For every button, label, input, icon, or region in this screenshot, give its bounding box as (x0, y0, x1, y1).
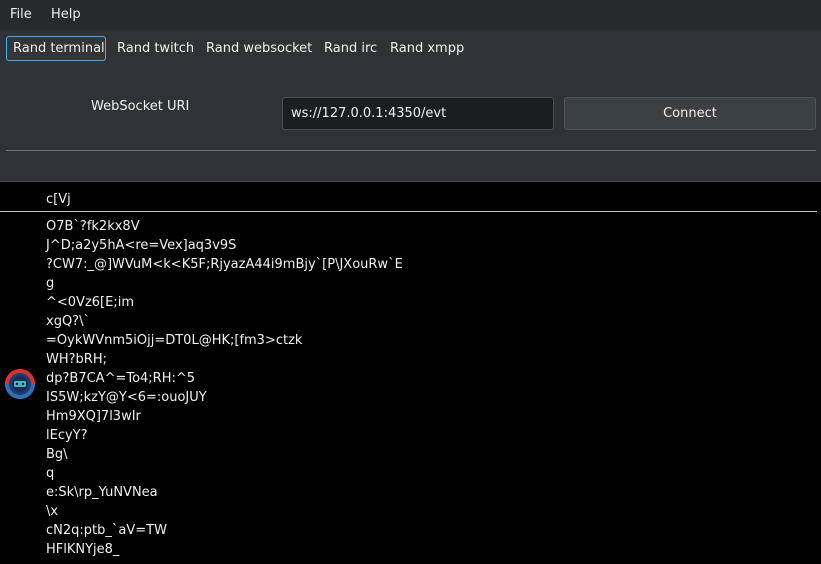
terminal-line: HFlKNYje8_ (46, 542, 120, 557)
terminal-line: IS5W;kzY@Y<6=:ouoJUY (46, 390, 207, 405)
tab-rand-terminal[interactable]: Rand terminal (6, 36, 106, 61)
irc-badge-icon (5, 369, 35, 399)
terminal-lines: O7B`?fk2kx8V J^D;a2y5hA<re=Vex]aq3v9S ?C… (46, 217, 403, 559)
terminal-line: cN2q:ptb_`aV=TW (46, 523, 167, 538)
terminal-line: O7B`?fk2kx8V (46, 219, 140, 234)
tab-rand-websocket[interactable]: Rand websocket (200, 36, 318, 61)
terminal-line: dp?B7CA^=To4;RH:^5 (46, 371, 196, 386)
terminal-line: ^<0Vz6[E;im (46, 295, 134, 310)
app-window: File Help Rand terminal Rand twitch Rand… (0, 0, 821, 564)
connect-button[interactable]: Connect (564, 97, 816, 130)
control-panel: File Help Rand terminal Rand twitch Rand… (0, 0, 821, 181)
terminal-line: =OykWVnm5iOjj=DT0L@HK;[fm3>ctzk (46, 333, 303, 348)
separator (6, 150, 816, 151)
terminal-line: Bg\ (46, 447, 68, 462)
tab-rand-irc[interactable]: Rand irc (318, 36, 383, 61)
terminal-line: e:Sk\rp_YuNVNea (46, 485, 158, 500)
websocket-uri-input[interactable] (282, 97, 554, 130)
menu-bar: File Help (0, 0, 821, 30)
terminal-line: ?CW7:_@]WVuM<k<K5F;RjyazA44i9mBjy`[P\JXo… (46, 257, 403, 272)
terminal-line: g (46, 276, 55, 291)
terminal-line: J^D;a2y5hA<re=Vex]aq3v9S (46, 238, 237, 253)
terminal-line: WH?bRH; (46, 352, 107, 367)
terminal-line: xgQ?\` (46, 314, 90, 329)
terminal-line: q (46, 466, 55, 481)
menu-help[interactable]: Help (51, 0, 81, 30)
header-divider (0, 211, 817, 212)
terminal-output[interactable]: c[Vj O7B`?fk2kx8V J^D;a2y5hA<re=Vex]aq3v… (0, 181, 821, 564)
terminal-line: \x (46, 504, 59, 519)
terminal-header-text: c[Vj (46, 192, 71, 207)
tab-rand-twitch[interactable]: Rand twitch (111, 36, 200, 61)
terminal-line: Hm9XQ]7l3wIr (46, 409, 141, 424)
menu-file[interactable]: File (10, 0, 32, 30)
tab-rand-xmpp[interactable]: Rand xmpp (384, 36, 470, 61)
terminal-line: lEcyY? (46, 428, 88, 443)
websocket-uri-label: WebSocket URI (91, 99, 190, 114)
